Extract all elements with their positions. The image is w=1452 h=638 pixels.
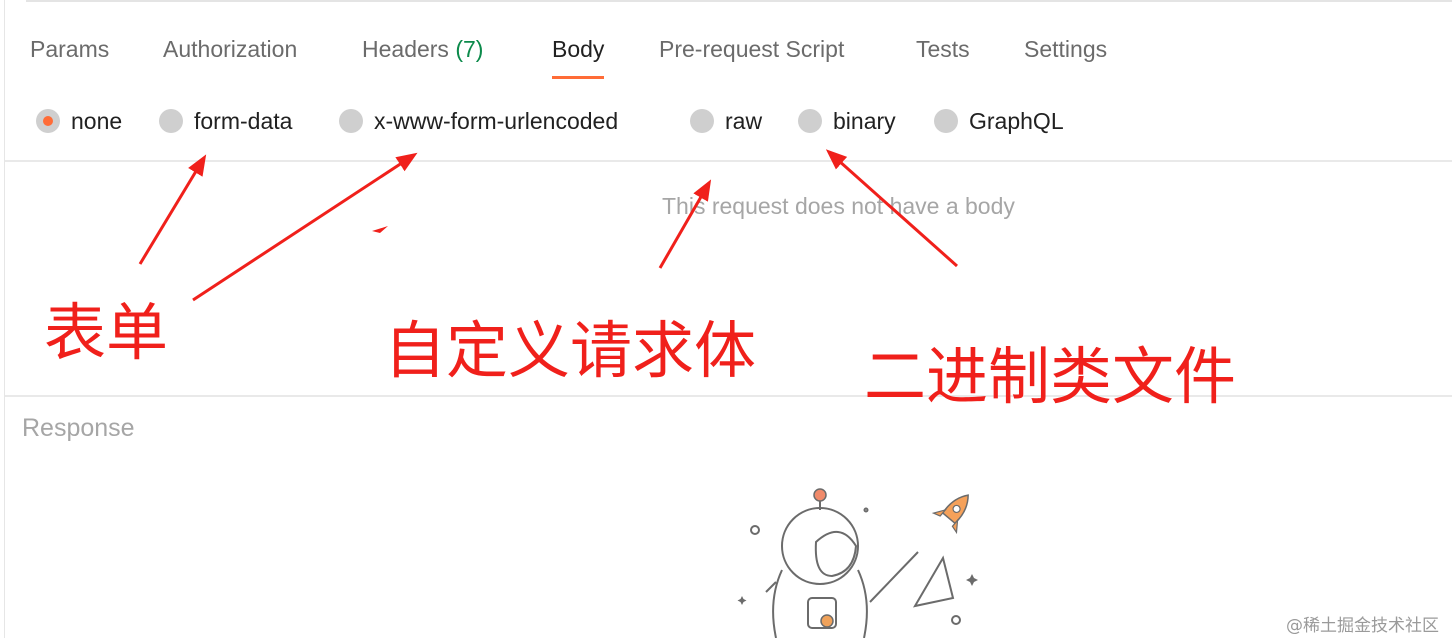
arrow-to-form-data [138,154,207,265]
radio-binary[interactable]: binary [798,104,896,138]
annotation-custom-body: 自定义请求体 [384,314,757,387]
body-section-divider [5,160,1452,162]
tab-body[interactable]: Body [552,32,605,79]
radio-unselected-icon [798,109,822,133]
tab-authorization[interactable]: Authorization [163,32,297,66]
radio-none[interactable]: none [36,104,122,138]
tab-params[interactable]: Params [30,32,109,66]
stray-arrow-mark [372,226,388,233]
tab-settings[interactable]: Settings [1024,32,1107,66]
radio-form-data[interactable]: form-data [159,104,292,138]
tab-headers[interactable]: Headers (7) [362,32,483,66]
empty-body-message: This request does not have a body [662,193,1015,219]
radio-unselected-icon [339,109,363,133]
watermark: @稀土掘金技术社区 [1286,616,1439,636]
annotation-form: 表单 [44,296,169,369]
radio-raw[interactable]: raw [690,104,762,138]
headers-count-badge: (7) [455,36,484,62]
tab-tests[interactable]: Tests [916,32,970,66]
astronaut-rocket-illustration [737,488,978,638]
radio-unselected-icon [934,109,958,133]
radio-selected-icon [36,109,60,133]
top-divider [26,0,1452,2]
tab-pre-request-script[interactable]: Pre-request Script [659,32,844,66]
radio-unselected-icon [690,109,714,133]
panel-left-border [4,0,5,638]
radio-x-www-form-urlencoded[interactable]: x-www-form-urlencoded [339,104,618,138]
radio-unselected-icon [159,109,183,133]
arrow-to-urlencoded [192,152,418,302]
response-title: Response [22,414,135,442]
radio-graphql[interactable]: GraphQL [934,104,1064,138]
annotation-binary-file: 二进制类文件 [864,340,1237,413]
